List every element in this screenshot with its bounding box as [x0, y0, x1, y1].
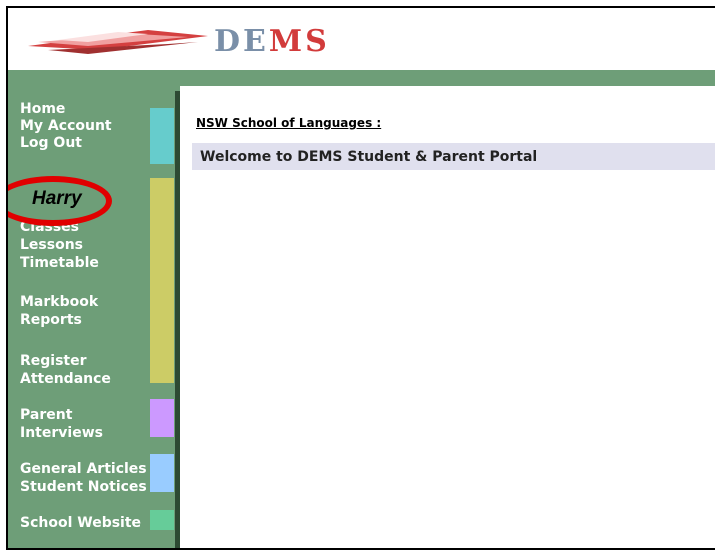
logo-text-ms: MS [268, 24, 330, 59]
sidebar-item-register[interactable]: Register [20, 352, 87, 370]
sidebar-item-attendance[interactable]: Attendance [20, 370, 111, 388]
main-content: NSW School of Languages : Welcome to DEM… [180, 86, 715, 548]
welcome-text: Welcome to DEMS Student & Parent Portal [200, 149, 538, 165]
account-swatch [150, 108, 174, 164]
header: DEMS [8, 8, 715, 70]
sidebar-item-my-account[interactable]: My Account [20, 117, 112, 135]
browser-frame: DEMS Home My Account Log Out Harry Class… [6, 6, 715, 550]
articles-swatch [150, 454, 174, 492]
sidebar-item-school-website[interactable]: School Website [20, 514, 141, 532]
welcome-bar: Welcome to DEMS Student & Parent Portal [192, 143, 715, 170]
sidebar-item-reports[interactable]: Reports [20, 311, 82, 329]
sidebar-item-student-notices[interactable]: Student Notices [20, 478, 147, 496]
sidebar-item-general-articles[interactable]: General Articles [20, 460, 147, 478]
interviews-swatch [150, 399, 174, 437]
main-swatch [150, 178, 174, 383]
sidebar-item-interviews[interactable]: Interviews [20, 424, 103, 442]
website-swatch [150, 510, 174, 530]
dems-logo-icon [28, 30, 208, 54]
sidebar-item-log-out[interactable]: Log Out [20, 134, 82, 152]
sidebar-item-timetable[interactable]: Timetable [20, 254, 99, 272]
logo-text: DEMS [214, 24, 330, 59]
highlight-circle [8, 176, 112, 226]
logo-text-de: DE [214, 24, 269, 59]
sidebar-item-markbook[interactable]: Markbook [20, 293, 98, 311]
org-title: NSW School of Languages : [196, 116, 382, 130]
sidebar-item-home[interactable]: Home [20, 100, 65, 118]
sidebar-item-lessons[interactable]: Lessons [20, 236, 83, 254]
sidebar-item-parent[interactable]: Parent [20, 406, 72, 424]
sidebar: Home My Account Log Out Harry Classes Le… [8, 70, 178, 548]
